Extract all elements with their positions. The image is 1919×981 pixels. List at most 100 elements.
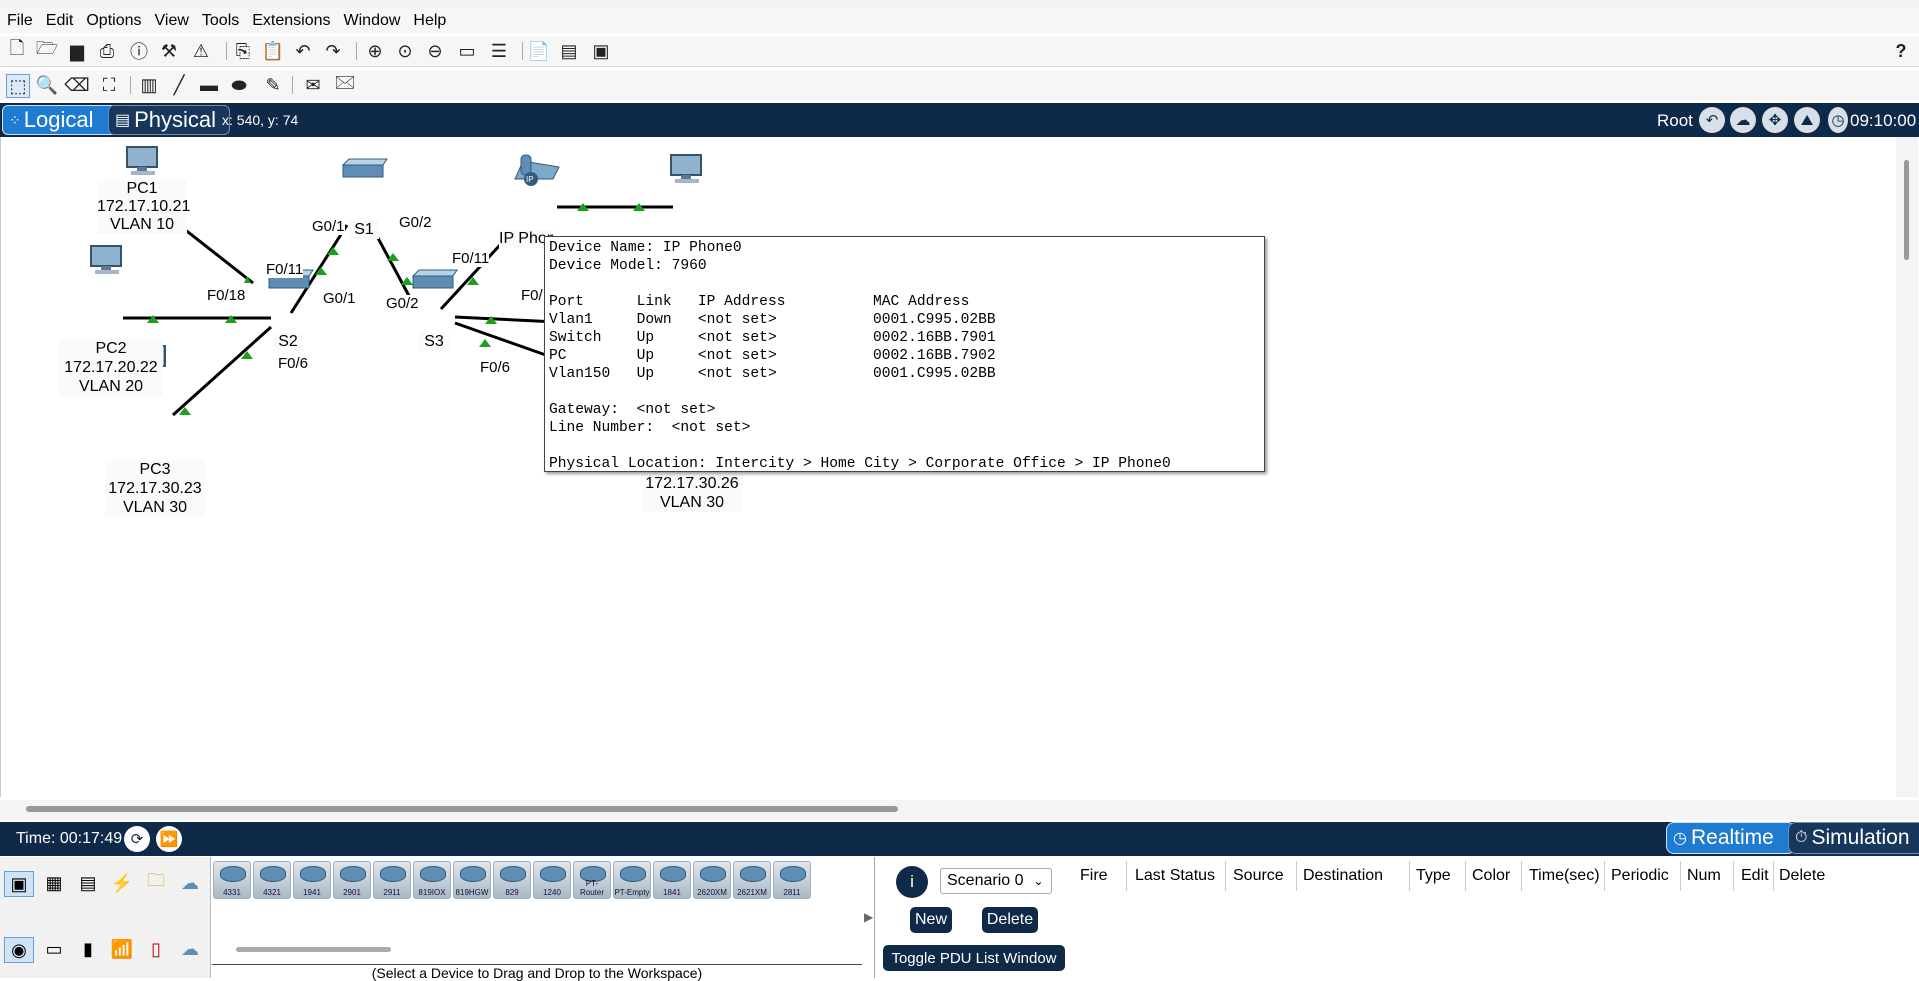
router-819hgw-tile[interactable]: 819HGW	[453, 861, 491, 899]
device-icon[interactable]: ⚒	[158, 40, 180, 62]
realtime-mode-button[interactable]: ◷ Realtime	[1666, 822, 1796, 854]
column-last-status[interactable]: Last Status	[1135, 867, 1215, 885]
wireless-icon[interactable]: 📶	[108, 937, 136, 961]
zoom-reset-icon[interactable]: ⊙	[394, 40, 416, 62]
clock-icon[interactable]: ◷	[1828, 107, 1848, 133]
redo-icon[interactable]: ↷	[322, 40, 344, 62]
router-4321-tile[interactable]: 4321	[253, 861, 291, 899]
freeform-icon[interactable]: ✎	[262, 74, 284, 96]
s3-switch-icon[interactable]	[407, 268, 459, 294]
vertical-scroll-thumb[interactable]	[1904, 160, 1909, 260]
column-time[interactable]: Time(sec)	[1529, 867, 1600, 885]
column-delete[interactable]: Delete	[1779, 867, 1825, 885]
s1-switch-icon[interactable]	[337, 157, 389, 183]
pc1-icon[interactable]	[123, 145, 163, 177]
info-icon[interactable]: i	[896, 866, 928, 898]
router-2901-tile[interactable]: 2901	[333, 861, 371, 899]
delete-icon[interactable]: ⌫	[64, 74, 89, 96]
ip-phone-icon[interactable]: IP	[509, 153, 561, 189]
ellipse-icon[interactable]: ⬬	[228, 74, 250, 96]
open-icon[interactable]: 🗁	[36, 38, 58, 62]
complex-pdu-icon[interactable]: 🖂	[334, 72, 356, 96]
line-icon[interactable]: ╱	[168, 74, 190, 96]
menu-extensions[interactable]: Extensions	[245, 8, 336, 30]
router-1941-tile[interactable]: 1941	[293, 861, 331, 899]
router-2811-tile[interactable]: 2811	[773, 861, 811, 899]
info-icon[interactable]: ⓘ	[128, 40, 150, 62]
menu-tools[interactable]: Tools	[195, 8, 245, 30]
zoom-out-icon[interactable]: ⊖	[424, 40, 446, 62]
copy-icon[interactable]: ⎘	[232, 40, 254, 62]
undo-icon[interactable]: ↶	[292, 40, 314, 62]
network-devices-icon[interactable]: ▣	[4, 871, 34, 897]
device-panel-scrollbar[interactable]	[236, 947, 391, 952]
tab-physical[interactable]: ▤ Physical	[108, 105, 230, 135]
menu-edit[interactable]: Edit	[39, 8, 80, 30]
column-periodic[interactable]: Periodic	[1611, 867, 1669, 885]
print-icon[interactable]: ⎙	[96, 40, 118, 62]
zoom-in-icon[interactable]: ⊕	[364, 40, 386, 62]
column-edit[interactable]: Edit	[1741, 867, 1769, 885]
delete-scenario-button[interactable]: Delete	[982, 907, 1038, 933]
resize-icon[interactable]: ⛶	[98, 74, 120, 96]
new-file-icon[interactable]: 🗋	[6, 38, 28, 62]
menu-file[interactable]: File	[0, 8, 39, 30]
activity-icon[interactable]: ⚠	[190, 40, 212, 62]
move-icon[interactable]: ✥	[1762, 107, 1788, 133]
image-icon[interactable]: ▣	[590, 40, 612, 62]
list-icon[interactable]: ☰	[488, 40, 510, 62]
pc4-icon[interactable]	[667, 153, 707, 185]
back-icon[interactable]: ↶	[1699, 107, 1725, 133]
menu-options[interactable]: Options	[79, 8, 147, 30]
security-icon[interactable]: ▯	[142, 937, 170, 961]
router-4331-tile[interactable]: 4331	[213, 861, 251, 899]
select-icon[interactable]: ⬚	[6, 74, 30, 98]
router-1841-tile[interactable]: 1841	[653, 861, 691, 899]
root-label[interactable]: Root	[1657, 111, 1693, 131]
column-color[interactable]: Color	[1472, 867, 1510, 885]
components-icon[interactable]: ▤	[74, 871, 102, 895]
router-2911-tile[interactable]: 2911	[373, 861, 411, 899]
wan-emulation-icon[interactable]: ☁	[176, 937, 204, 961]
router-2620xm-tile[interactable]: 2620XM	[693, 861, 731, 899]
simulation-mode-button[interactable]: ⏱ Simulation	[1788, 822, 1919, 854]
background-icon[interactable]: ⛰	[1794, 107, 1820, 133]
new-scenario-button[interactable]: New	[910, 907, 952, 933]
router-1240-tile[interactable]: 1240	[533, 861, 571, 899]
miscellaneous-icon[interactable]: 🗀	[142, 870, 170, 895]
router-pt-tile[interactable]: PT-Router	[573, 861, 611, 899]
scenario-select[interactable]: Scenario 0 ⌄	[940, 868, 1052, 894]
paste-icon[interactable]: 📋	[262, 40, 284, 62]
end-devices-icon[interactable]: ▦	[40, 871, 68, 895]
hubs-icon[interactable]: ▮	[74, 937, 102, 961]
toggle-pdu-list-button[interactable]: Toggle PDU List Window	[883, 945, 1065, 971]
note-icon[interactable]: ▥	[138, 74, 160, 96]
switches-icon[interactable]: ▭	[40, 937, 68, 961]
simple-pdu-icon[interactable]: ✉	[302, 74, 324, 96]
column-source[interactable]: Source	[1233, 867, 1284, 885]
connections-icon[interactable]: ⚡	[108, 871, 136, 895]
expand-arrow-icon[interactable]: ▶	[864, 910, 873, 924]
rectangle-icon[interactable]: ▬	[198, 74, 220, 96]
tab-logical[interactable]: ⁘ Logical	[2, 105, 117, 135]
menu-view[interactable]: View	[148, 8, 195, 30]
router-pt-empty-tile[interactable]: PT-Empty	[613, 861, 651, 899]
window-icon[interactable]: ▭	[456, 40, 478, 62]
router-829-tile[interactable]: 829	[493, 861, 531, 899]
pc2-icon[interactable]	[87, 244, 127, 276]
column-type[interactable]: Type	[1416, 867, 1451, 885]
menu-help[interactable]: Help	[406, 8, 452, 30]
note-icon[interactable]: 📄	[528, 40, 550, 62]
multiuser-icon[interactable]: ☁	[176, 871, 204, 895]
help-icon[interactable]: ?	[1890, 40, 1912, 62]
routers-icon[interactable]: ◉	[4, 937, 34, 963]
inspect-icon[interactable]: 🔍	[36, 74, 58, 96]
horizontal-scroll-thumb[interactable]	[26, 806, 898, 812]
column-num[interactable]: Num	[1687, 867, 1721, 885]
column-destination[interactable]: Destination	[1303, 867, 1383, 885]
save-icon[interactable]: ▆	[66, 40, 88, 62]
column-fire[interactable]: Fire	[1080, 867, 1108, 885]
router-819iox-tile[interactable]: 819IOX	[413, 861, 451, 899]
router-2621xm-tile[interactable]: 2621XM	[733, 861, 771, 899]
menu-window[interactable]: Window	[337, 8, 407, 30]
